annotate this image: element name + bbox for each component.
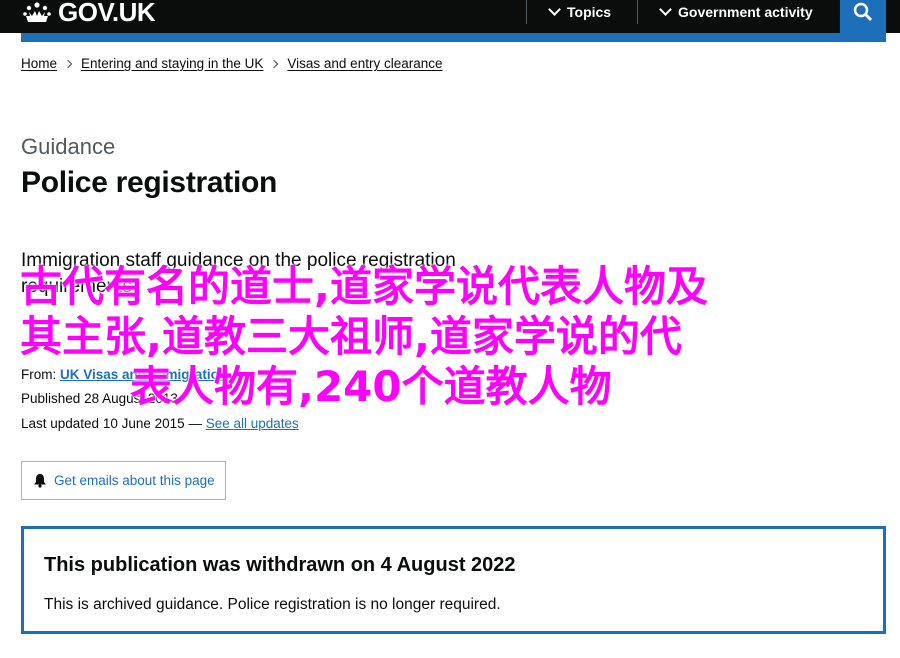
chevron-right-icon xyxy=(270,59,279,68)
withdrawn-body: This is archived guidance. Police regist… xyxy=(44,596,501,613)
overlay-text: 古代有名的道士,道家学说代表人物及 其主张,道教三大祖师,道家学说的代 表人物有… xyxy=(20,262,890,412)
page-caption: Guidance xyxy=(21,134,116,159)
topics-label: Topics xyxy=(567,4,612,20)
updated-label: Last updated xyxy=(21,416,100,431)
breadcrumb-home[interactable]: Home xyxy=(21,56,57,71)
nav-divider xyxy=(637,0,638,24)
see-all-updates-link[interactable]: See all updates xyxy=(206,416,299,431)
meta-updated: Last updated 10 June 2015 — See all upda… xyxy=(21,416,299,431)
logo-text: GOV.UK xyxy=(58,0,156,27)
search-button[interactable] xyxy=(840,0,886,33)
chevron-right-icon xyxy=(63,59,73,68)
withdrawn-heading: This publication was withdrawn on 4 Augu… xyxy=(44,554,516,576)
nav-divider xyxy=(526,0,527,24)
breadcrumb-visas[interactable]: Visas and entry clearance xyxy=(287,56,442,71)
govuk-logo[interactable]: GOV.UK xyxy=(22,0,156,27)
get-emails-label: Get emails about this page xyxy=(54,473,215,488)
overlay-line-3: 表人物有,240个道教人物 xyxy=(130,362,612,411)
chevron-down-icon xyxy=(659,2,672,16)
breadcrumb-entering-staying[interactable]: Entering and staying in the UK xyxy=(81,56,263,71)
government-activity-label: Government activity xyxy=(678,4,813,20)
header-accent-bar xyxy=(21,33,886,42)
updated-date: 10 June 2015 xyxy=(102,416,185,431)
overlay-line-2: 其主张,道教三大祖师,道家学说的代 xyxy=(20,312,682,361)
page-title: Police registration xyxy=(21,166,278,199)
breadcrumb: Home Entering and staying in the UK Visa… xyxy=(21,56,442,71)
overlay-line-1: 古代有名的道士,道家学说代表人物及 xyxy=(20,262,708,311)
get-emails-button[interactable]: Get emails about this page xyxy=(21,461,226,500)
withdrawn-notice: This publication was withdrawn on 4 Augu… xyxy=(21,526,886,634)
government-activity-menu-button[interactable]: Government activity xyxy=(659,0,813,24)
bell-icon xyxy=(34,474,46,488)
crown-icon xyxy=(23,2,51,22)
search-icon xyxy=(853,2,873,22)
topics-menu-button[interactable]: Topics xyxy=(548,0,612,24)
updated-separator: — xyxy=(188,416,202,431)
chevron-down-icon xyxy=(548,2,561,16)
